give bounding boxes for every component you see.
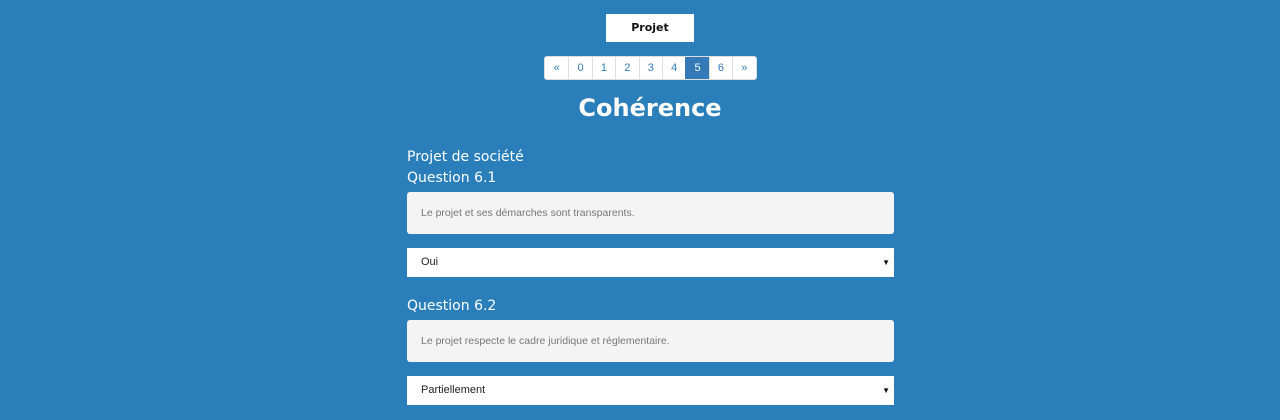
question-6-1-label: Question 6.1 <box>407 170 497 186</box>
page-6[interactable]: 6 <box>708 57 732 79</box>
caret-down-icon: ▼ <box>882 258 890 267</box>
page-0[interactable]: 0 <box>568 57 591 79</box>
question-6-1-text: Le projet et ses démarches sont transpar… <box>407 192 894 234</box>
page-prev[interactable]: « <box>545 57 568 79</box>
caret-down-icon: ▼ <box>882 386 890 395</box>
page-2[interactable]: 2 <box>615 57 638 79</box>
page-5-active[interactable]: 5 <box>685 57 709 79</box>
page-1[interactable]: 1 <box>591 57 615 79</box>
projet-button[interactable]: Projet <box>606 14 694 42</box>
question-6-2-label: Question 6.2 <box>407 298 497 314</box>
section-label: Projet de société <box>407 149 524 165</box>
question-6-2-select[interactable]: Partiellement ▼ <box>407 376 894 405</box>
question-6-1-select[interactable]: Oui ▼ <box>407 248 894 277</box>
question-6-2-answer: Partiellement <box>421 384 486 396</box>
page-4[interactable]: 4 <box>661 57 685 79</box>
page-title: Cohérence <box>578 94 722 122</box>
question-6-2-text: Le projet respecte le cadre juridique et… <box>407 320 894 362</box>
pagination: « 0 1 2 3 4 5 6 » <box>544 56 757 80</box>
page-3[interactable]: 3 <box>638 57 662 79</box>
page-next[interactable]: » <box>732 57 755 79</box>
question-6-1-answer: Oui <box>421 256 439 268</box>
